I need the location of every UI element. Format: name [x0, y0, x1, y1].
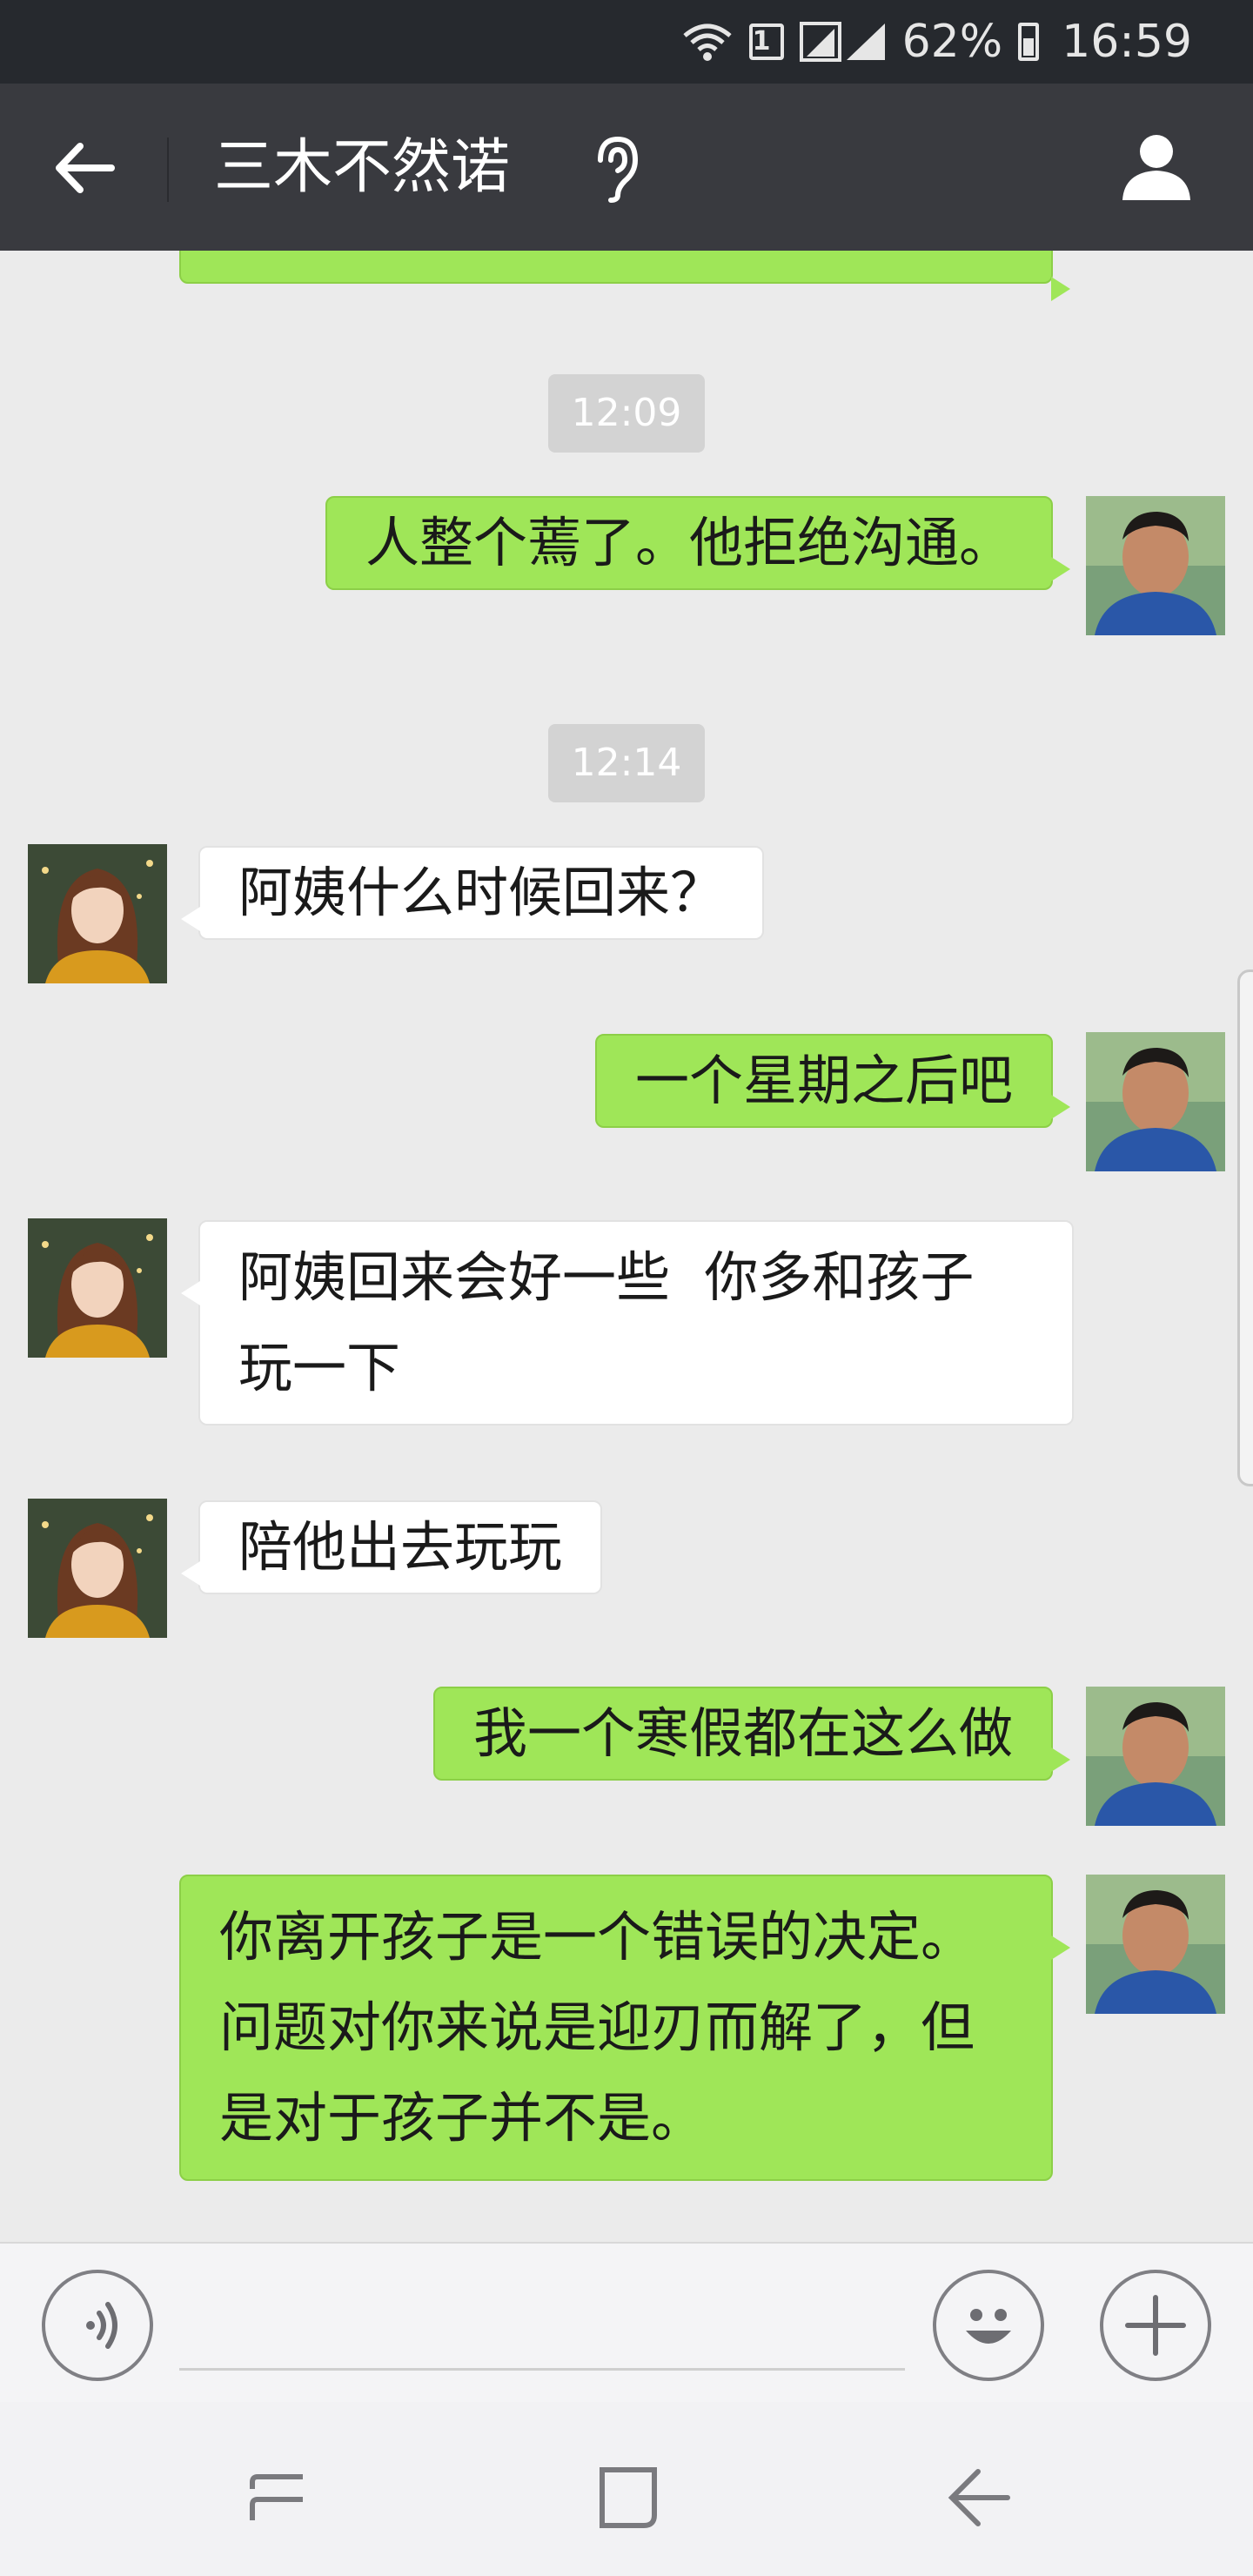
timestamp: 12:09 — [548, 374, 705, 453]
plus-icon — [1125, 2295, 1186, 2356]
status-bar: 1 62% 16:59 — [0, 0, 1253, 84]
avatar-self[interactable] — [1086, 1032, 1225, 1171]
message-bubble-sent[interactable]: 人整个蔫了。他拒绝沟通。 — [325, 496, 1071, 590]
clock: 16:59 — [1062, 16, 1192, 68]
battery-percent: 62% — [901, 16, 1003, 68]
person-icon — [1122, 135, 1190, 200]
emoji-button[interactable] — [933, 2270, 1044, 2381]
avatar-self[interactable] — [1086, 1687, 1225, 1826]
message-bubble-received[interactable]: 阿姨什么时候回来？ — [180, 846, 765, 940]
emoji-icon — [966, 2309, 1011, 2344]
back-arrow-icon — [56, 143, 115, 193]
earpiece-mode-icon — [592, 134, 640, 204]
sim-slot-icon: 1 — [748, 23, 784, 60]
home-button[interactable] — [583, 2454, 670, 2541]
timestamp: 12:14 — [548, 724, 705, 802]
recent-apps-button[interactable] — [235, 2454, 322, 2541]
message-bubble-partial[interactable] — [179, 251, 1070, 301]
scrollbar[interactable] — [1237, 969, 1253, 1486]
input-bar — [0, 2242, 1253, 2402]
avatar-contact[interactable] — [28, 1218, 167, 1358]
message-bubble-sent[interactable]: 一个星期之后吧 — [594, 1034, 1071, 1128]
system-nav-bar — [0, 2402, 1253, 2576]
message-list[interactable]: 12:09 人整个蔫了。他拒绝沟通。 12:14 阿姨什么时候回来？ 一个星期之… — [0, 251, 1253, 2242]
header-divider — [167, 138, 169, 202]
avatar-contact[interactable] — [28, 844, 167, 983]
contact-profile-button[interactable] — [1117, 132, 1196, 202]
back-chevron-icon — [948, 2469, 1010, 2526]
chat-header: 三木不然诺 — [0, 84, 1253, 251]
wifi-icon — [681, 22, 734, 62]
battery-icon — [1018, 23, 1046, 61]
avatar-self[interactable] — [1086, 1875, 1225, 2014]
recent-apps-icon — [250, 2474, 303, 2520]
more-actions-button[interactable] — [1100, 2270, 1211, 2381]
message-bubble-sent[interactable]: 我一个寒假都在这么做 — [432, 1687, 1071, 1781]
message-input[interactable] — [179, 2278, 905, 2371]
voice-icon — [86, 2302, 117, 2349]
voice-button[interactable] — [42, 2270, 153, 2381]
system-back-button[interactable] — [935, 2454, 1022, 2541]
avatar-self[interactable] — [1086, 496, 1225, 635]
message-bubble-sent[interactable]: 你离开孩子是一个错误的决定。 问题对你来说是迎刃而解了，但 是对于孩子并不是。 — [179, 1875, 1070, 2181]
message-bubble-received[interactable]: 阿姨回来会好一些 你多和孩子 玩一下 — [181, 1220, 1074, 1426]
home-square-icon — [600, 2467, 657, 2528]
avatar-contact[interactable] — [28, 1499, 167, 1638]
back-button[interactable] — [50, 138, 120, 198]
message-bubble-received[interactable]: 陪他出去玩玩 — [180, 1500, 603, 1594]
signal-icon — [799, 22, 887, 62]
chat-title: 三木不然诺 — [214, 133, 511, 202]
